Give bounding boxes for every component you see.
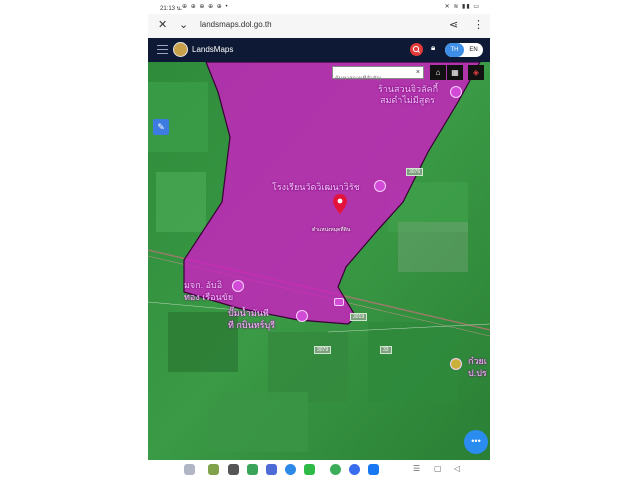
- search-icon[interactable]: [410, 43, 423, 56]
- road-badge: 3076: [406, 168, 424, 176]
- school-poi-icon[interactable]: [374, 180, 386, 192]
- map-view[interactable]: ร้านสวนจิวลัคกี้ สมดำไม่มีสูตร โรงเรียนว…: [148, 62, 490, 460]
- url-text[interactable]: landsmaps.dol.go.th: [200, 20, 272, 29]
- road-badge: 3019: [350, 313, 368, 321]
- status-bar: 21:13 น. ⊕ ⊕ ⊕ ⊕ ⊕ • ✕ ≋ ▮▮ ▭: [148, 0, 490, 14]
- messenger-app-icon[interactable]: [349, 464, 360, 475]
- back-nav-icon[interactable]: ◁: [454, 464, 460, 473]
- map-canvas: [148, 62, 490, 460]
- road-badge: 33: [380, 346, 392, 354]
- language-toggle[interactable]: TH EN: [445, 43, 483, 57]
- recent-apps-icon[interactable]: ☰: [413, 464, 420, 473]
- pump-label-2: ที กบินทร์บุรี: [228, 320, 276, 330]
- maps-app-icon[interactable]: [330, 464, 341, 475]
- app-header: LandsMaps 🔒︎ TH EN: [148, 38, 490, 62]
- system-status-icons: ✕ ≋ ▮▮ ▭: [444, 4, 480, 10]
- app-drawer-icon[interactable]: [184, 464, 195, 475]
- app-icon[interactable]: [247, 464, 258, 475]
- lang-en-option[interactable]: EN: [464, 43, 483, 57]
- line-app-icon[interactable]: [304, 464, 315, 475]
- map-search-input[interactable]: [333, 73, 407, 85]
- share-icon[interactable]: ⋖: [449, 18, 458, 31]
- close-icon[interactable]: ✕: [158, 18, 167, 31]
- pin-label: ตำแหน่งหมุดที่ดิน: [312, 227, 351, 233]
- restaurant-poi-icon[interactable]: [450, 86, 462, 98]
- building-poi-icon[interactable]: [334, 298, 344, 306]
- lang-th-option[interactable]: TH: [445, 43, 464, 57]
- map-search-box[interactable]: ×: [332, 66, 424, 85]
- home-icon[interactable]: ⌂: [430, 65, 446, 80]
- browser-toolbar: ✕ ⌄ landsmaps.dol.go.th ⋖ ⋮: [148, 14, 490, 38]
- app-logo: [173, 42, 188, 57]
- more-actions-button[interactable]: •••: [464, 430, 488, 454]
- device-taskbar: ☰ ▢ ◁: [148, 460, 490, 480]
- road-badge: 3079: [314, 346, 332, 354]
- phone-screen: 21:13 น. ⊕ ⊕ ⊕ ⊕ ⊕ • ✕ ≋ ▮▮ ▭ ✕ ⌄ landsm…: [148, 0, 490, 480]
- browser-app-icon[interactable]: [285, 464, 296, 475]
- chevron-down-icon[interactable]: ⌄: [179, 18, 188, 31]
- app-title: LandsMaps: [192, 45, 234, 54]
- layers-icon[interactable]: ◈: [468, 65, 484, 80]
- gallery-app-icon[interactable]: [266, 464, 277, 475]
- camera-app-icon[interactable]: [228, 464, 239, 475]
- food-poi-icon[interactable]: [450, 358, 462, 370]
- grid-icon[interactable]: ▦: [447, 65, 463, 80]
- school-label: โรงเรียนวัดวิเฒนาวิรัช: [272, 182, 360, 192]
- hamburger-menu-icon[interactable]: [157, 45, 168, 54]
- office-poi-icon[interactable]: [232, 280, 244, 292]
- measure-tool-icon[interactable]: ✎: [153, 119, 169, 135]
- fuel-poi-icon[interactable]: [296, 310, 308, 322]
- app-icon[interactable]: [208, 464, 219, 475]
- home-nav-icon[interactable]: ▢: [434, 464, 442, 473]
- more-vert-icon[interactable]: ⋮: [473, 18, 484, 31]
- search-clear-button[interactable]: ×: [416, 67, 420, 78]
- lock-icon[interactable]: 🔒︎: [431, 43, 435, 53]
- facebook-app-icon[interactable]: [368, 464, 379, 475]
- place-label-left-2: ทอง เรือนขัย: [184, 292, 234, 302]
- status-time: 21:13 น.: [160, 6, 183, 12]
- right-label-2: ป.ปร: [468, 368, 487, 378]
- notification-icons: ⊕ ⊕ ⊕ ⊕ ⊕ •: [182, 4, 229, 10]
- shop-label-line2: สมดำไม่มีสูตร: [380, 95, 435, 105]
